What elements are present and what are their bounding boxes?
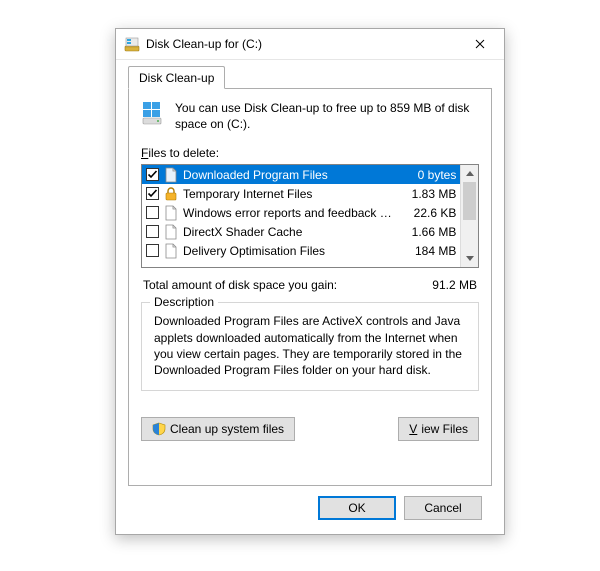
item-label: Windows error reports and feedback di... <box>183 206 398 220</box>
item-size: 1.66 MB <box>402 225 456 239</box>
client-area: Disk Clean-up You can <box>116 60 504 530</box>
description-legend: Description <box>150 295 218 309</box>
total-value: 91.2 MB <box>407 278 477 292</box>
intro-text: You can use Disk Clean-up to free up to … <box>175 100 479 132</box>
item-checkbox[interactable] <box>146 168 159 181</box>
files-listview[interactable]: Downloaded Program Files 0 bytes Temporar… <box>141 164 479 268</box>
shield-icon <box>152 422 166 436</box>
page-icon <box>163 205 179 221</box>
item-checkbox[interactable] <box>146 225 159 238</box>
tab-label: Disk Clean-up <box>139 71 214 85</box>
description-group: Description Downloaded Program Files are… <box>141 302 479 391</box>
list-item[interactable]: Delivery Optimisation Files 184 MB <box>142 241 460 260</box>
page-icon <box>163 224 179 240</box>
item-label: Delivery Optimisation Files <box>183 244 398 258</box>
ok-button[interactable]: OK <box>318 496 396 520</box>
disk-cleanup-app-icon <box>124 36 140 52</box>
scroll-up-button[interactable] <box>461 165 478 182</box>
inner-button-row: Clean up system files View Files <box>141 417 479 441</box>
titlebar: Disk Clean-up for (C:) <box>116 29 504 60</box>
scroll-thumb[interactable] <box>463 182 476 220</box>
item-checkbox[interactable] <box>146 187 159 200</box>
close-button[interactable] <box>458 30 502 58</box>
item-label: Temporary Internet Files <box>183 187 398 201</box>
footer-buttons: OK Cancel <box>128 486 492 520</box>
item-checkbox[interactable] <box>146 206 159 219</box>
list-item[interactable]: DirectX Shader Cache 1.66 MB <box>142 222 460 241</box>
drive-cleanup-icon <box>141 100 165 126</box>
item-label: Downloaded Program Files <box>183 168 398 182</box>
item-size: 1.83 MB <box>402 187 456 201</box>
scroll-down-button[interactable] <box>461 250 478 267</box>
item-label: DirectX Shader Cache <box>183 225 398 239</box>
lock-icon <box>163 186 179 202</box>
files-to-delete-label: Files to delete: <box>141 146 479 160</box>
listview-scrollbar[interactable] <box>460 165 478 267</box>
item-size: 184 MB <box>402 244 456 258</box>
clean-up-system-files-label: Clean up system files <box>170 422 284 436</box>
disk-cleanup-dialog: Disk Clean-up for (C:) Disk Clean-up <box>115 28 505 535</box>
description-text: Downloaded Program Files are ActiveX con… <box>154 313 466 378</box>
tab-strip: Disk Clean-up <box>128 66 492 88</box>
tab-page: You can use Disk Clean-up to free up to … <box>128 88 492 486</box>
cancel-button[interactable]: Cancel <box>404 496 482 520</box>
close-icon <box>475 39 485 49</box>
total-row: Total amount of disk space you gain: 91.… <box>143 278 477 292</box>
title-text: Disk Clean-up for (C:) <box>146 37 458 51</box>
view-files-button[interactable]: View Files <box>398 417 479 441</box>
list-item[interactable]: Temporary Internet Files 1.83 MB <box>142 184 460 203</box>
page-icon <box>163 167 179 183</box>
item-size: 22.6 KB <box>402 206 456 220</box>
files-listview-body: Downloaded Program Files 0 bytes Temporar… <box>142 165 460 267</box>
page-icon <box>163 243 179 259</box>
list-item[interactable]: Downloaded Program Files 0 bytes <box>142 165 460 184</box>
clean-up-system-files-button[interactable]: Clean up system files <box>141 417 295 441</box>
total-label: Total amount of disk space you gain: <box>143 278 407 292</box>
list-item[interactable]: Windows error reports and feedback di...… <box>142 203 460 222</box>
item-size: 0 bytes <box>402 168 456 182</box>
tab-disk-cleanup[interactable]: Disk Clean-up <box>128 66 225 89</box>
item-checkbox[interactable] <box>146 244 159 257</box>
intro-row: You can use Disk Clean-up to free up to … <box>141 100 479 132</box>
